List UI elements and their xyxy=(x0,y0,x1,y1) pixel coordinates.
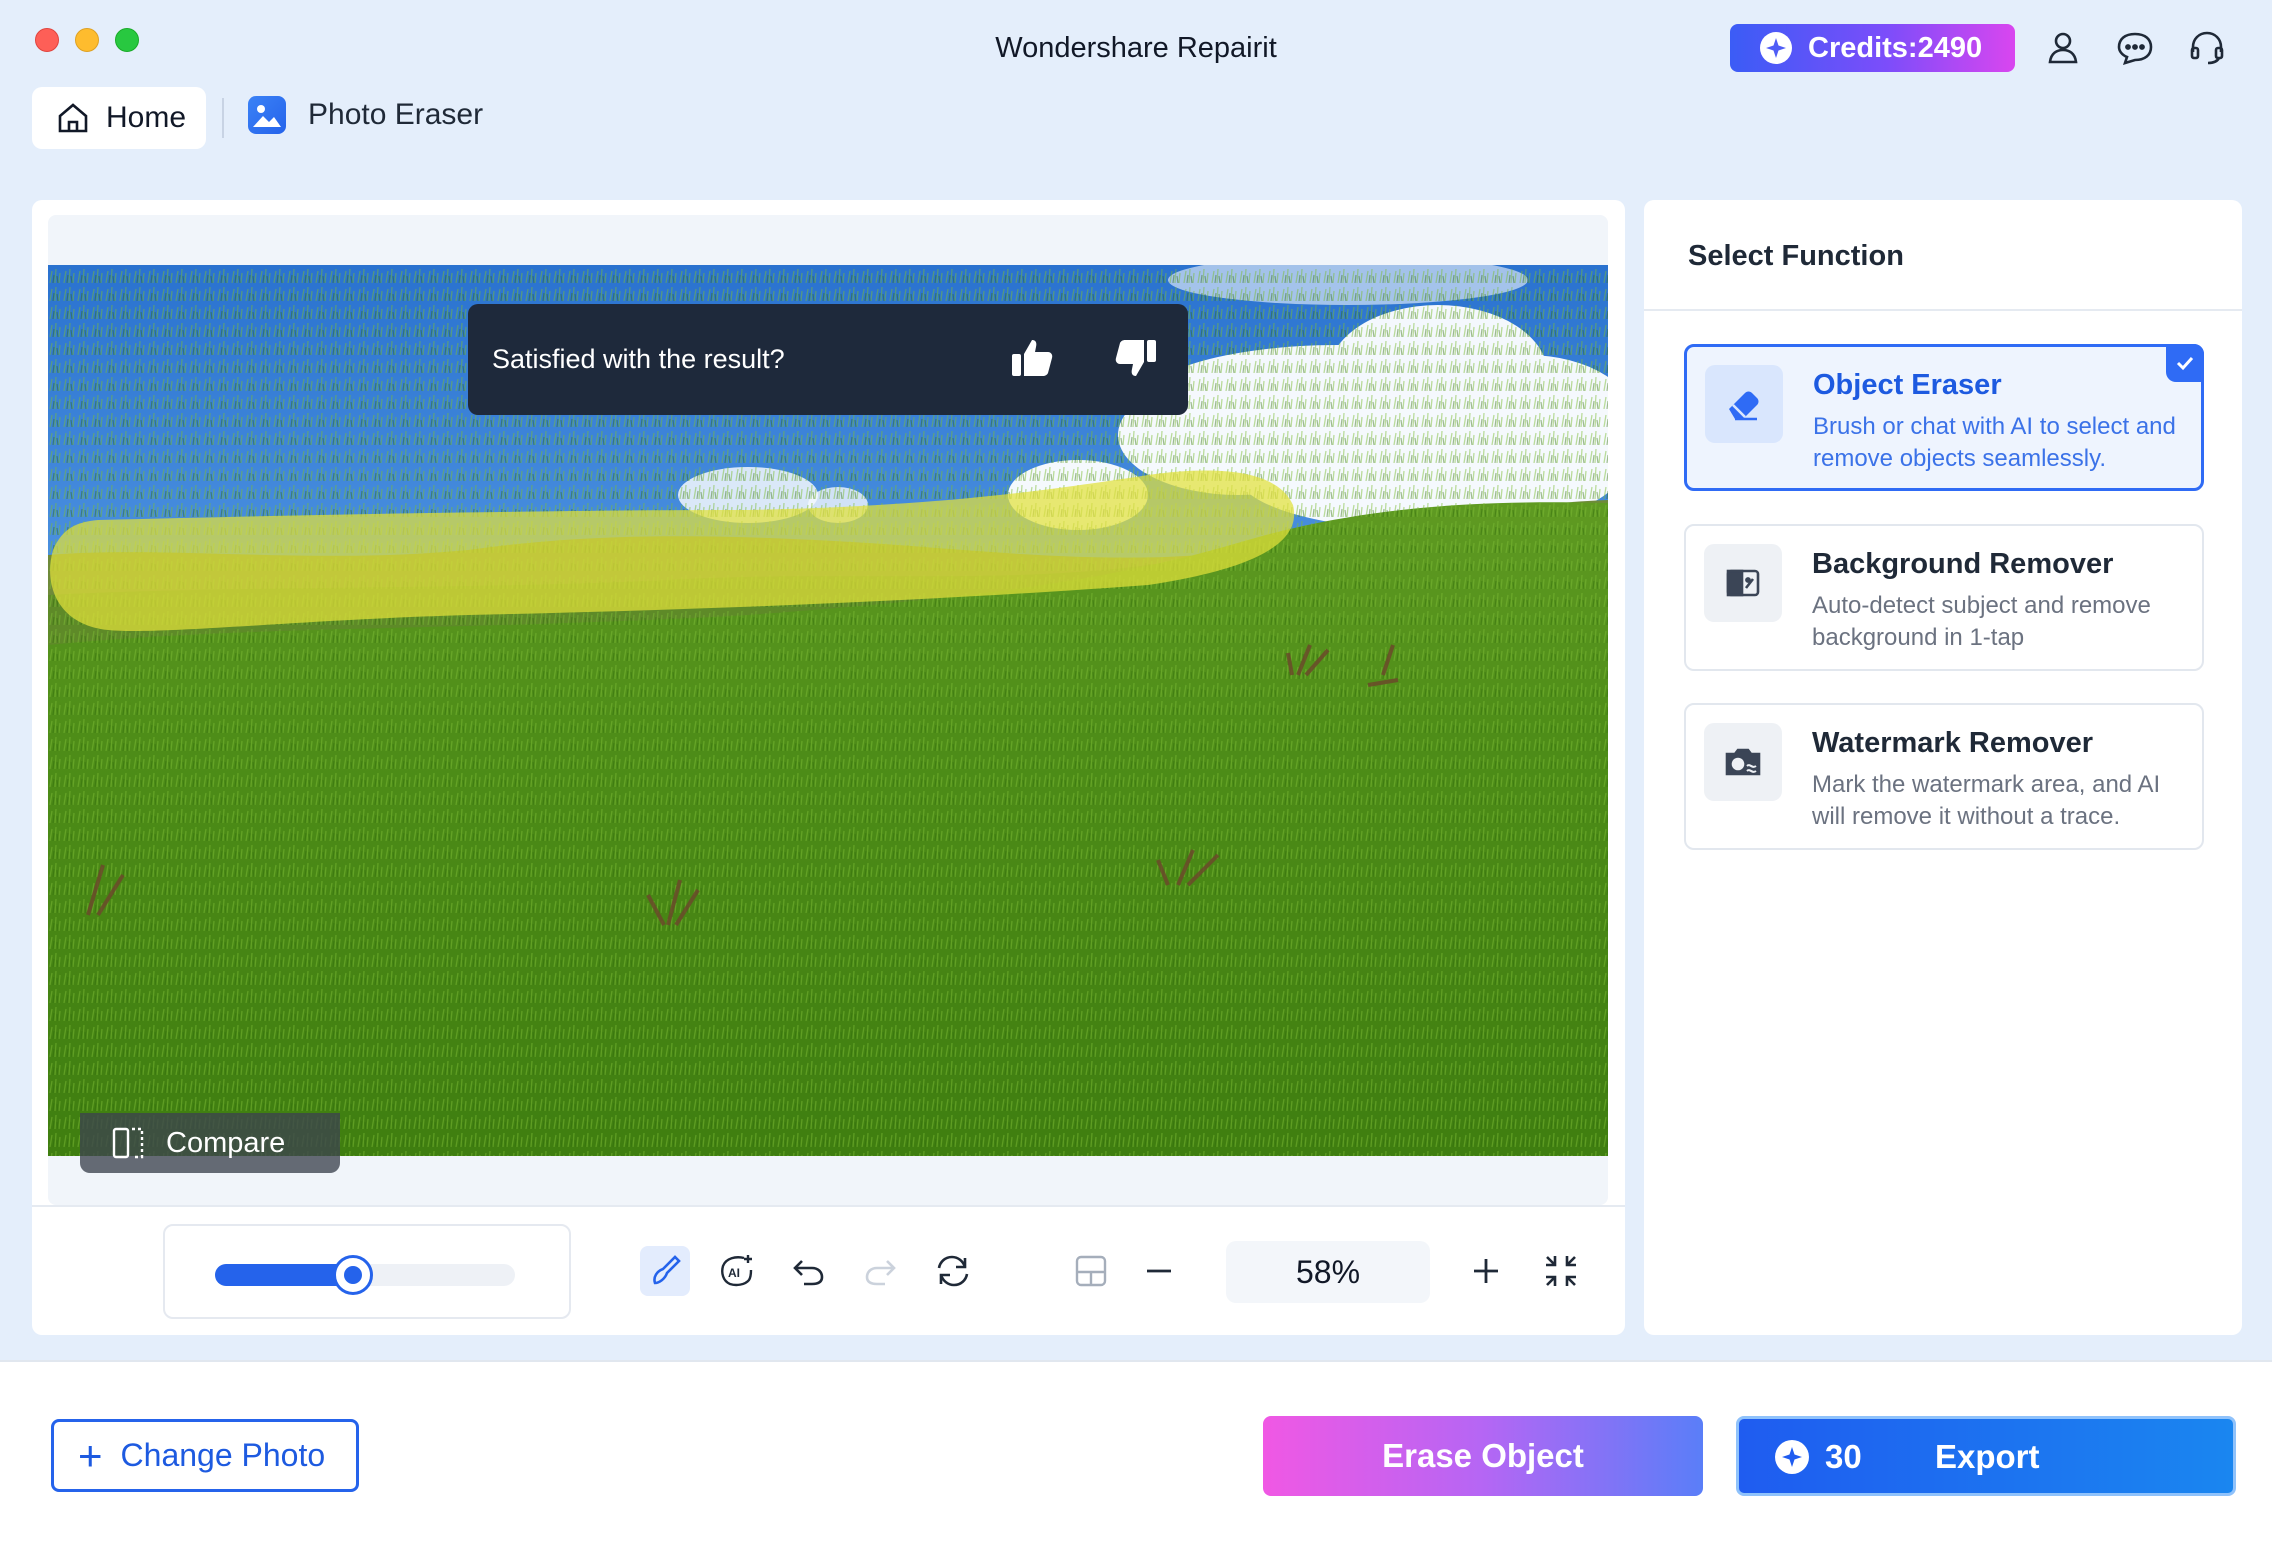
ai-select-button[interactable]: AI xyxy=(712,1246,762,1296)
home-tab-label: Home xyxy=(106,101,187,134)
zoom-level: 58% xyxy=(1226,1241,1430,1303)
feedback-prompt: Satisfied with the result? xyxy=(492,344,785,374)
watermark-remover-title: Watermark Remover xyxy=(1812,727,2093,759)
compare-icon xyxy=(112,1127,144,1159)
redo-icon xyxy=(865,1260,896,1286)
ai-select-icon: AI xyxy=(721,1255,753,1287)
watermark-remover-description: Mark the watermark area, and AI will rem… xyxy=(1812,771,2161,830)
collapse-icon xyxy=(1546,1256,1576,1286)
zoom-out-button[interactable] xyxy=(1134,1246,1184,1296)
credits-button[interactable]: Credits:2490 xyxy=(1730,24,2015,72)
background-remove-icon xyxy=(1704,544,1782,622)
fit-screen-button[interactable] xyxy=(1536,1246,1586,1296)
photo-eraser-tab-label: Photo Eraser xyxy=(308,98,484,131)
nav-divider xyxy=(222,98,224,138)
brush-size-slider[interactable] xyxy=(215,1255,515,1295)
export-cost: 30 xyxy=(1775,1438,1862,1476)
compare-label: Compare xyxy=(166,1126,286,1159)
background-remover-description: Auto-detect subject and remove backgroun… xyxy=(1812,592,2151,651)
thumbs-up-icon[interactable] xyxy=(1008,334,1056,382)
refresh-icon xyxy=(937,1255,969,1287)
toolbar-divider xyxy=(32,1205,1625,1207)
brush-size-handle[interactable] xyxy=(333,1255,373,1295)
compare-button[interactable]: Compare xyxy=(80,1113,340,1173)
minus-icon xyxy=(1147,1269,1171,1273)
watermark-icon xyxy=(1704,723,1782,801)
export-cost-value: 30 xyxy=(1825,1438,1862,1475)
credit-spark-icon xyxy=(1760,32,1792,64)
function-panel-title: Select Function xyxy=(1688,240,1904,272)
home-icon xyxy=(58,103,88,133)
erase-object-button[interactable]: Erase Object xyxy=(1263,1416,1703,1496)
message-icon[interactable] xyxy=(2115,28,2155,68)
photo-eraser-tab[interactable]: Photo Eraser xyxy=(248,96,483,134)
title-bar: Wondershare Repairit Credits:2490 xyxy=(0,0,2272,100)
photo-icon xyxy=(248,96,286,134)
account-icon[interactable] xyxy=(2043,28,2083,68)
reset-button[interactable] xyxy=(928,1246,978,1296)
export-button[interactable]: 30 Export xyxy=(1736,1416,2236,1496)
home-tab[interactable]: Home xyxy=(32,87,206,149)
selected-check-icon xyxy=(2166,344,2204,382)
feedback-popup: Satisfied with the result? xyxy=(468,304,1188,415)
background-remover-title: Background Remover xyxy=(1812,548,2114,580)
headset-support-icon[interactable] xyxy=(2187,28,2227,68)
thumbs-down-icon[interactable] xyxy=(1112,334,1160,382)
brush-icon xyxy=(653,1255,681,1285)
object-eraser-card[interactable]: Object Eraser Brush or chat with AI to s… xyxy=(1684,344,2204,491)
plus-icon xyxy=(1474,1259,1498,1283)
watermark-remover-card[interactable]: Watermark Remover Mark the watermark are… xyxy=(1684,703,2204,850)
split-view-icon xyxy=(1075,1255,1107,1287)
credit-spark-icon xyxy=(1775,1440,1809,1474)
zoom-in-button[interactable] xyxy=(1461,1246,1511,1296)
export-label: Export xyxy=(1935,1438,2040,1475)
eraser-icon xyxy=(1705,365,1783,443)
change-photo-label: Change Photo xyxy=(120,1437,326,1473)
redo-button[interactable] xyxy=(856,1246,906,1296)
erase-object-label: Erase Object xyxy=(1382,1437,1584,1474)
undo-button[interactable] xyxy=(783,1246,833,1296)
brush-size-panel xyxy=(163,1224,571,1319)
layout-view-button[interactable] xyxy=(1066,1246,1116,1296)
change-photo-button[interactable]: + Change Photo xyxy=(51,1419,359,1492)
plus-icon: + xyxy=(78,1431,103,1479)
undo-icon xyxy=(793,1260,824,1286)
svg-text:AI: AI xyxy=(728,1266,740,1280)
function-panel-divider xyxy=(1644,309,2242,311)
credits-label: Credits:2490 xyxy=(1808,31,1983,64)
brush-tool-button[interactable] xyxy=(640,1246,690,1296)
object-eraser-title: Object Eraser xyxy=(1813,369,2002,401)
background-remover-card[interactable]: Background Remover Auto-detect subject a… xyxy=(1684,524,2204,671)
object-eraser-description: Brush or chat with AI to select and remo… xyxy=(1813,413,2176,472)
